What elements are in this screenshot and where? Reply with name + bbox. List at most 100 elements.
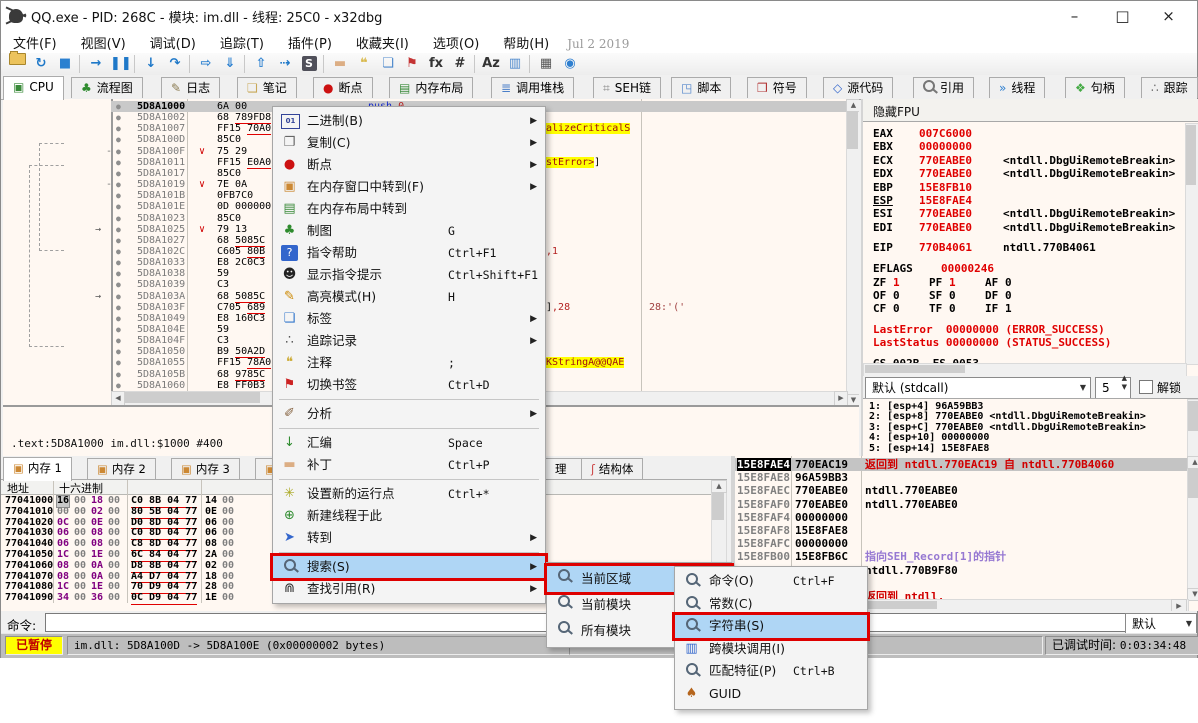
breakpoint-dot-icon[interactable]: ●	[116, 179, 121, 190]
breakpoint-dot-icon[interactable]: ●	[116, 123, 121, 134]
memory-tab-1[interactable]: ▣内存 1	[3, 457, 72, 481]
stop-icon[interactable]: ■	[55, 55, 75, 73]
menu-item-goto-memory-map[interactable]: ▤在内存布局中转到	[273, 198, 545, 220]
breakpoint-dot-icon[interactable]: ●	[116, 380, 121, 391]
breakpoint-dot-icon[interactable]: ●	[116, 246, 121, 257]
breakpoint-dot-icon[interactable]: ●	[116, 268, 121, 279]
regs-vscroll-thumb[interactable]	[1186, 125, 1196, 185]
menu-item-new-thread-here[interactable]: ⊕新建线程于此	[273, 505, 545, 527]
labels-icon[interactable]: ❏	[378, 55, 398, 73]
hash-icon[interactable]: #	[450, 55, 470, 73]
menu-item-graph[interactable]: ♣制图G	[273, 220, 545, 242]
tab-source[interactable]: ◇源代码	[823, 77, 893, 98]
menu-item-comment[interactable]: ❝注释;	[273, 352, 545, 374]
menu-item-search-string[interactable]: 字符串(S)	[675, 615, 867, 638]
stack-row[interactable]: 15E8FAE896A59BB3	[735, 471, 1198, 484]
menu-item-analysis[interactable]: ✐分析▶	[273, 403, 545, 425]
breakpoint-dot-icon[interactable]: ●	[116, 357, 121, 368]
scroll-right-arrow[interactable]: ▶	[1171, 599, 1187, 611]
internet-icon[interactable]: ◉	[560, 55, 580, 73]
tab-graph[interactable]: ♣流程图	[71, 77, 143, 98]
menu-item-goto[interactable]: ➤转到▶	[273, 527, 545, 549]
menu-item-binary[interactable]: 01二进制(B)▶	[273, 110, 545, 132]
comments-icon[interactable]: ❝	[354, 55, 374, 73]
menu-item-copy[interactable]: ❐复制(C)▶	[273, 132, 545, 154]
argument-row[interactable]: 5: [esp+14] 15E8FAE8	[869, 443, 989, 454]
unlock-checkbox[interactable]	[1139, 380, 1153, 394]
memory-tab-2[interactable]: ▣内存 2	[87, 458, 156, 479]
patch-icon[interactable]: ▬	[330, 55, 350, 73]
menubar-item-6[interactable]: 收藏夹(I)	[344, 31, 421, 54]
open-file-icon[interactable]	[7, 55, 27, 73]
breakpoint-dot-icon[interactable]: ●	[116, 235, 121, 246]
step-out-icon[interactable]: ⇓	[220, 55, 240, 73]
step-over-icon[interactable]: ↷	[165, 55, 185, 73]
tab-log[interactable]: ✎日志	[161, 77, 220, 98]
breakpoint-dot-icon[interactable]: ●	[116, 313, 121, 324]
run-to-user-code-icon[interactable]: ⇢	[275, 55, 295, 73]
maximize-button[interactable]: □	[1100, 1, 1145, 31]
breakpoint-dot-icon[interactable]: ●	[116, 146, 121, 157]
stack-row[interactable]: 15E8FAF400000000	[735, 511, 1198, 524]
menu-item-instruction-help[interactable]: ?指令帮助Ctrl+F1	[273, 242, 545, 264]
menu-item-search-pattern[interactable]: 匹配特征(P)Ctrl+B	[675, 660, 867, 683]
skip-icon[interactable]: S	[299, 55, 319, 73]
disasm-vscroll-thumb[interactable]	[847, 111, 858, 149]
pause-icon[interactable]: ❚❚	[110, 55, 130, 73]
breakpoint-dot-icon[interactable]: ●	[116, 257, 121, 268]
memory-tab-3[interactable]: ▣内存 3	[171, 458, 240, 479]
tab-cpu[interactable]: ▣CPU	[3, 76, 64, 100]
disasm-hscroll-thumb[interactable]	[125, 392, 260, 403]
menu-item-highlight-mode[interactable]: ✎高亮模式(H)H	[273, 286, 545, 308]
breakpoint-dot-icon[interactable]: ●	[116, 157, 121, 168]
execute-till-return-icon[interactable]: ⇨	[196, 55, 216, 73]
tab-threads[interactable]: »线程	[989, 77, 1045, 98]
args-vscroll-thumb[interactable]	[1188, 401, 1198, 431]
stack-row[interactable]: 15E8FB0015E8FB6C指向SEH_Record[1]的指针	[735, 550, 1198, 563]
functions-icon[interactable]: fx	[426, 55, 446, 73]
scroll-right-arrow[interactable]: ▶	[834, 391, 848, 406]
tab-references[interactable]: 引用	[913, 77, 974, 98]
modules-icon[interactable]: ▥	[505, 55, 525, 73]
menu-item-patch[interactable]: ▬补丁Ctrl+P	[273, 454, 545, 476]
breakpoint-dot-icon[interactable]: ●	[116, 168, 121, 179]
breakpoint-dot-icon[interactable]: ●	[116, 134, 121, 145]
menu-item-search-intermodular-calls[interactable]: ▥跨模块调用(I)	[675, 638, 867, 661]
breakpoint-dot-icon[interactable]: ●	[116, 190, 121, 201]
menu-item-label[interactable]: ❏标签▶	[273, 308, 545, 330]
breakpoint-dot-icon[interactable]: ●	[116, 201, 121, 212]
menu-item-search-command[interactable]: 命令(O)Ctrl+F	[675, 570, 867, 593]
menu-item-search-constant[interactable]: 常数(C)	[675, 593, 867, 616]
menu-item-search[interactable]: 搜索(S)▶	[273, 556, 545, 578]
breakpoint-dot-icon[interactable]: ●	[116, 112, 121, 123]
stack-vscroll-thumb[interactable]	[1188, 468, 1198, 498]
breakpoint-dot-icon[interactable]: ●	[116, 224, 121, 235]
args-depth-spinner[interactable]: 5▲▼	[1095, 377, 1131, 399]
stack-row[interactable]: 15E8FAFC00000000	[735, 537, 1198, 550]
breakpoint-dot-icon[interactable]: ●	[116, 302, 121, 313]
calculator-icon[interactable]: ▦	[536, 55, 556, 73]
menu-item-breakpoint[interactable]: ●断点▶	[273, 154, 545, 176]
argument-row[interactable]: 4: [esp+10] 00000000	[869, 432, 989, 443]
stack-row[interactable]: 15E8FAE4770EAC19返回到 ntdll.770EAC19 自 ntd…	[735, 458, 1187, 471]
minimize-button[interactable]: –	[1052, 1, 1097, 31]
scroll-left-arrow[interactable]: ◀	[111, 391, 125, 406]
tab-notes[interactable]: ❏笔记	[237, 77, 297, 98]
tab-seh[interactable]: ⌗SEH链	[593, 77, 661, 98]
command-profile-select[interactable]: 默认 ▼	[1125, 613, 1197, 635]
menubar-item-2[interactable]: 视图(V)	[69, 31, 138, 54]
menubar-item-5[interactable]: 插件(P)	[276, 31, 344, 54]
breakpoint-dot-icon[interactable]: ●	[116, 369, 121, 380]
argument-row[interactable]: 2: [esp+8] 770EABE0 <ntdll.DbgUiRemoteBr…	[869, 411, 1146, 422]
menu-item-search-guid[interactable]: ♠GUID	[675, 683, 867, 706]
breakpoint-dot-icon[interactable]: ●	[116, 213, 121, 224]
tab-breakpoints[interactable]: ●断点	[313, 77, 373, 98]
stack-row[interactable]: 15E8FAEC770EABE0ntdll.770EABE0	[735, 484, 1198, 497]
breakpoint-dot-icon[interactable]: ●	[116, 279, 121, 290]
menubar-item-3[interactable]: 调试(D)	[138, 31, 208, 54]
breakpoint-dot-icon[interactable]: ●	[116, 324, 121, 335]
title-bar[interactable]: QQ.exe - PID: 268C - 模块: im.dll - 线程: 25…	[1, 1, 1197, 31]
run-icon[interactable]: →	[86, 55, 106, 73]
menubar-item-8[interactable]: 帮助(H)	[491, 31, 561, 54]
restart-icon[interactable]: ↻	[31, 55, 51, 73]
